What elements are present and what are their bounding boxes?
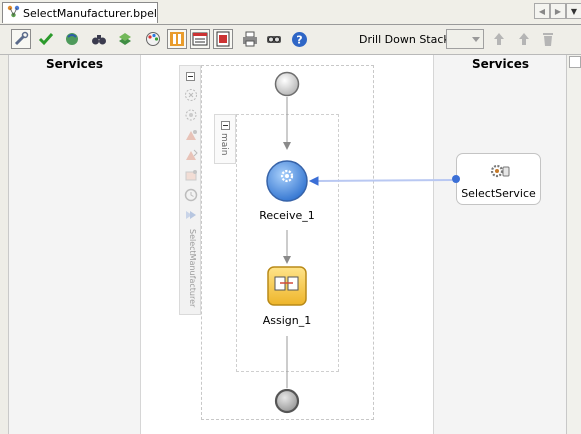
process-end-node[interactable]: [274, 388, 300, 414]
receive-activity-label: Receive_1: [259, 209, 315, 222]
gear-icon: [490, 164, 510, 178]
partner-link-label: SelectService: [461, 187, 536, 200]
partner-link-card[interactable]: SelectService: [456, 153, 541, 205]
receive-activity-node[interactable]: [265, 159, 309, 203]
partner-link-port[interactable]: [452, 175, 460, 183]
assign-activity-node[interactable]: [267, 266, 307, 306]
process-start-node[interactable]: [274, 71, 300, 97]
assign-activity-label: Assign_1: [262, 314, 312, 327]
